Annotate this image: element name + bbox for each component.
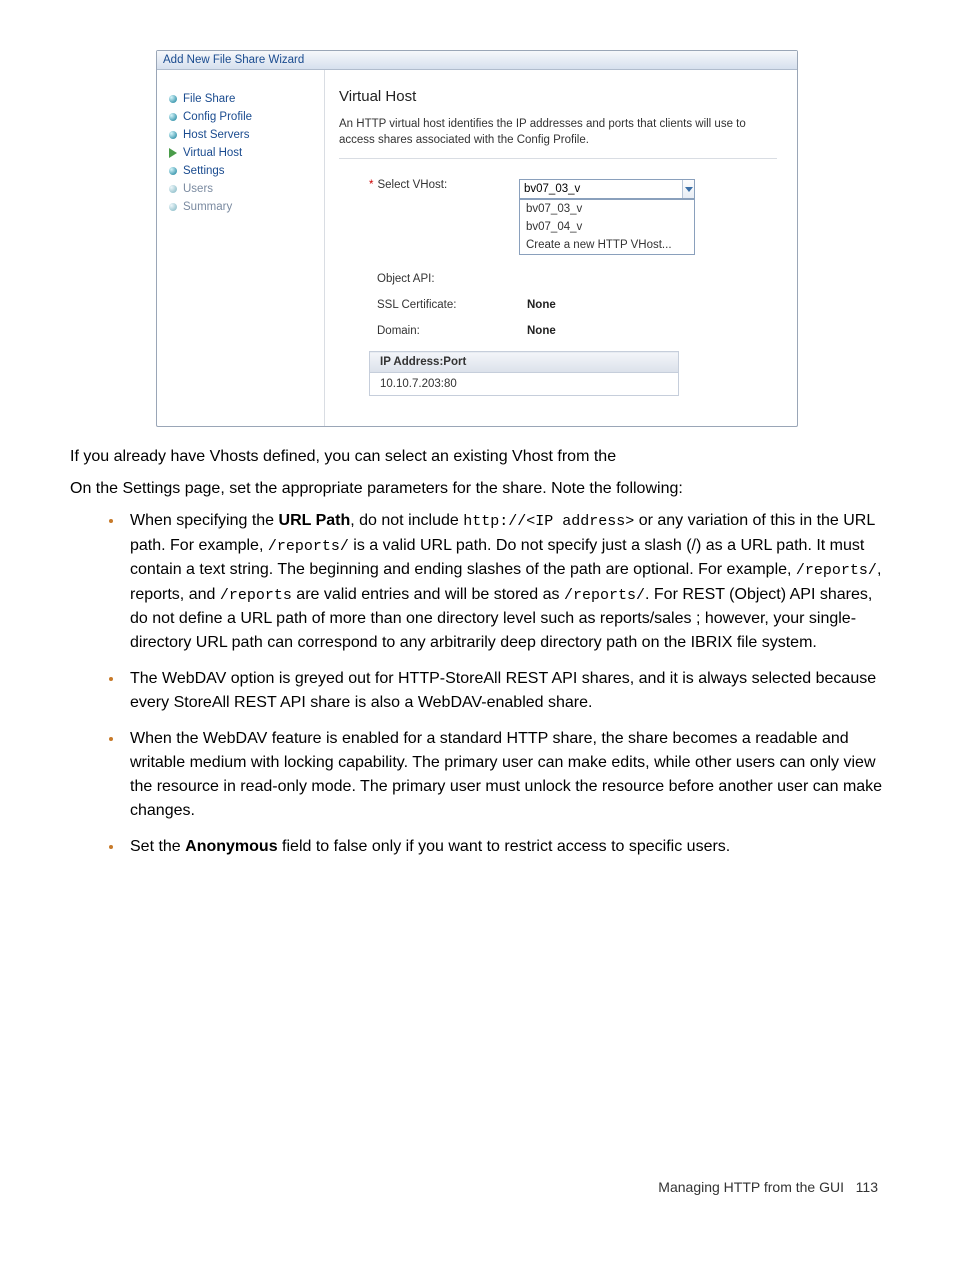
- done-icon: [169, 113, 177, 121]
- page-footer: Managing HTTP from the GUI 113: [70, 1179, 884, 1195]
- done-icon: [169, 167, 177, 175]
- step-file-share[interactable]: File Share: [169, 90, 324, 108]
- dropdown-option[interactable]: bv07_04_v: [520, 218, 694, 236]
- ssl-value: None: [527, 299, 556, 311]
- ip-address-table: IP Address:Port 10.10.7.203:80: [369, 351, 679, 396]
- step-virtual-host[interactable]: Virtual Host: [169, 144, 324, 162]
- step-settings[interactable]: Settings: [169, 162, 324, 180]
- pending-icon: [169, 185, 177, 193]
- select-vhost-input[interactable]: [520, 181, 682, 197]
- done-icon: [169, 95, 177, 103]
- page-number: 113: [856, 1179, 878, 1195]
- dropdown-trigger[interactable]: [682, 180, 694, 198]
- pending-icon: [169, 203, 177, 211]
- row-object-api: Object API:: [339, 273, 777, 285]
- current-arrow-icon: [169, 148, 177, 158]
- dropdown-option[interactable]: bv07_03_v: [520, 200, 694, 218]
- row-domain: Domain: None: [339, 325, 777, 337]
- ip-header: IP Address:Port: [370, 352, 679, 373]
- step-summary[interactable]: Summary: [169, 198, 324, 216]
- done-icon: [169, 131, 177, 139]
- wizard-title: Add New File Share Wizard: [157, 51, 797, 70]
- domain-label: Domain:: [339, 325, 527, 337]
- vhost-dropdown: bv07_03_v bv07_04_v Create a new HTTP VH…: [519, 199, 695, 255]
- list-item: When specifying the URL Path, do not inc…: [124, 509, 884, 655]
- select-vhost-label: Select VHost:: [377, 179, 447, 191]
- ip-row: 10.10.7.203:80: [370, 373, 679, 396]
- list-item: When the WebDAV feature is enabled for a…: [124, 727, 884, 823]
- wizard-dialog: Add New File Share Wizard File Share Con…: [156, 50, 798, 427]
- row-ssl: SSL Certificate: None: [339, 299, 777, 311]
- panel-description: An HTTP virtual host identifies the IP a…: [339, 117, 777, 159]
- list-item: The WebDAV option is greyed out for HTTP…: [124, 667, 884, 715]
- footer-section: Managing HTTP from the GUI: [658, 1179, 844, 1195]
- chevron-down-icon: [685, 187, 693, 192]
- step-host-servers[interactable]: Host Servers: [169, 126, 324, 144]
- step-config-profile[interactable]: Config Profile: [169, 108, 324, 126]
- paragraph: If you already have Vhosts defined, you …: [70, 445, 884, 469]
- domain-value: None: [527, 325, 556, 337]
- panel-heading: Virtual Host: [339, 88, 777, 105]
- select-vhost-combo[interactable]: [519, 179, 695, 199]
- dropdown-option[interactable]: Create a new HTTP VHost...: [520, 236, 694, 254]
- wizard-content: Virtual Host An HTTP virtual host identi…: [325, 70, 797, 426]
- paragraph: On the Settings page, set the appropriat…: [70, 477, 884, 501]
- wizard-step-list: File Share Config Profile Host Servers V…: [157, 70, 325, 426]
- required-icon: *: [369, 179, 373, 191]
- document-body: If you already have Vhosts defined, you …: [70, 445, 884, 859]
- row-select-vhost: *Select VHost: bv07_03_v bv07_04_v Creat…: [339, 179, 777, 199]
- list-item: Set the Anonymous field to false only if…: [124, 835, 884, 859]
- step-users[interactable]: Users: [169, 180, 324, 198]
- ssl-label: SSL Certificate:: [339, 299, 527, 311]
- object-api-label: Object API:: [339, 273, 527, 285]
